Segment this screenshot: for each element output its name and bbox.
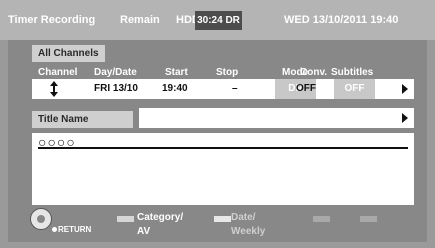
current-datetime: WED 13/10/2011 19:40 [284, 14, 399, 26]
blue-key[interactable] [360, 216, 377, 222]
navigator-icon [30, 208, 52, 230]
title-name-label-text: Title Name [38, 114, 89, 125]
date-label-line2: Weekly [231, 226, 266, 237]
channel-selector-icon[interactable] [50, 81, 58, 97]
row-right-arrow-icon[interactable] [402, 84, 408, 94]
red-key[interactable] [117, 216, 134, 222]
footer [8, 205, 427, 242]
title-name-underline [38, 147, 408, 149]
column-header-start: Start [165, 67, 188, 78]
program-stop-time[interactable]: – [232, 83, 238, 94]
remain-label: Remain [120, 14, 160, 26]
column-header-subtitles: Subtitles [331, 67, 374, 78]
column-header-day-date: Day/Date [94, 67, 137, 78]
date-weekly-label: Date/ Weekly [231, 211, 265, 239]
green-key[interactable] [214, 216, 231, 222]
category-av-label: Category/ AV [137, 211, 183, 239]
remaining-time: 30:24 DR [197, 15, 240, 26]
program-subtitles-value: OFF [344, 83, 365, 94]
return-label: RETURN [58, 225, 92, 234]
title-name-field[interactable] [139, 108, 414, 128]
title-name-display [32, 133, 414, 205]
program-day-date[interactable]: FRI 13/10 [94, 83, 138, 94]
column-header-stop: Stop [216, 67, 239, 78]
title-right-arrow-icon[interactable] [402, 113, 408, 123]
screen-title: Timer Recording [8, 14, 96, 26]
program-start-time[interactable]: 19:40 [162, 83, 188, 94]
column-header-channel: Channel [38, 67, 78, 78]
category-label-line1: Category/ [137, 212, 184, 223]
title-name-label: Title Name [32, 111, 133, 128]
program-subtitles[interactable]: OFF [334, 79, 375, 99]
yellow-key[interactable] [313, 216, 330, 222]
return-bullet-icon [52, 227, 57, 232]
remaining-time-box: 30:24 DR [195, 11, 242, 30]
column-header-conv: Conv. [300, 67, 328, 78]
tab-all-channels-label: All Channels [38, 48, 99, 59]
tab-all-channels[interactable]: All Channels [32, 45, 105, 62]
program-conv[interactable]: OFF [296, 83, 316, 94]
date-label-line1: Date/ [231, 212, 256, 223]
category-label-line2: AV [137, 226, 151, 237]
